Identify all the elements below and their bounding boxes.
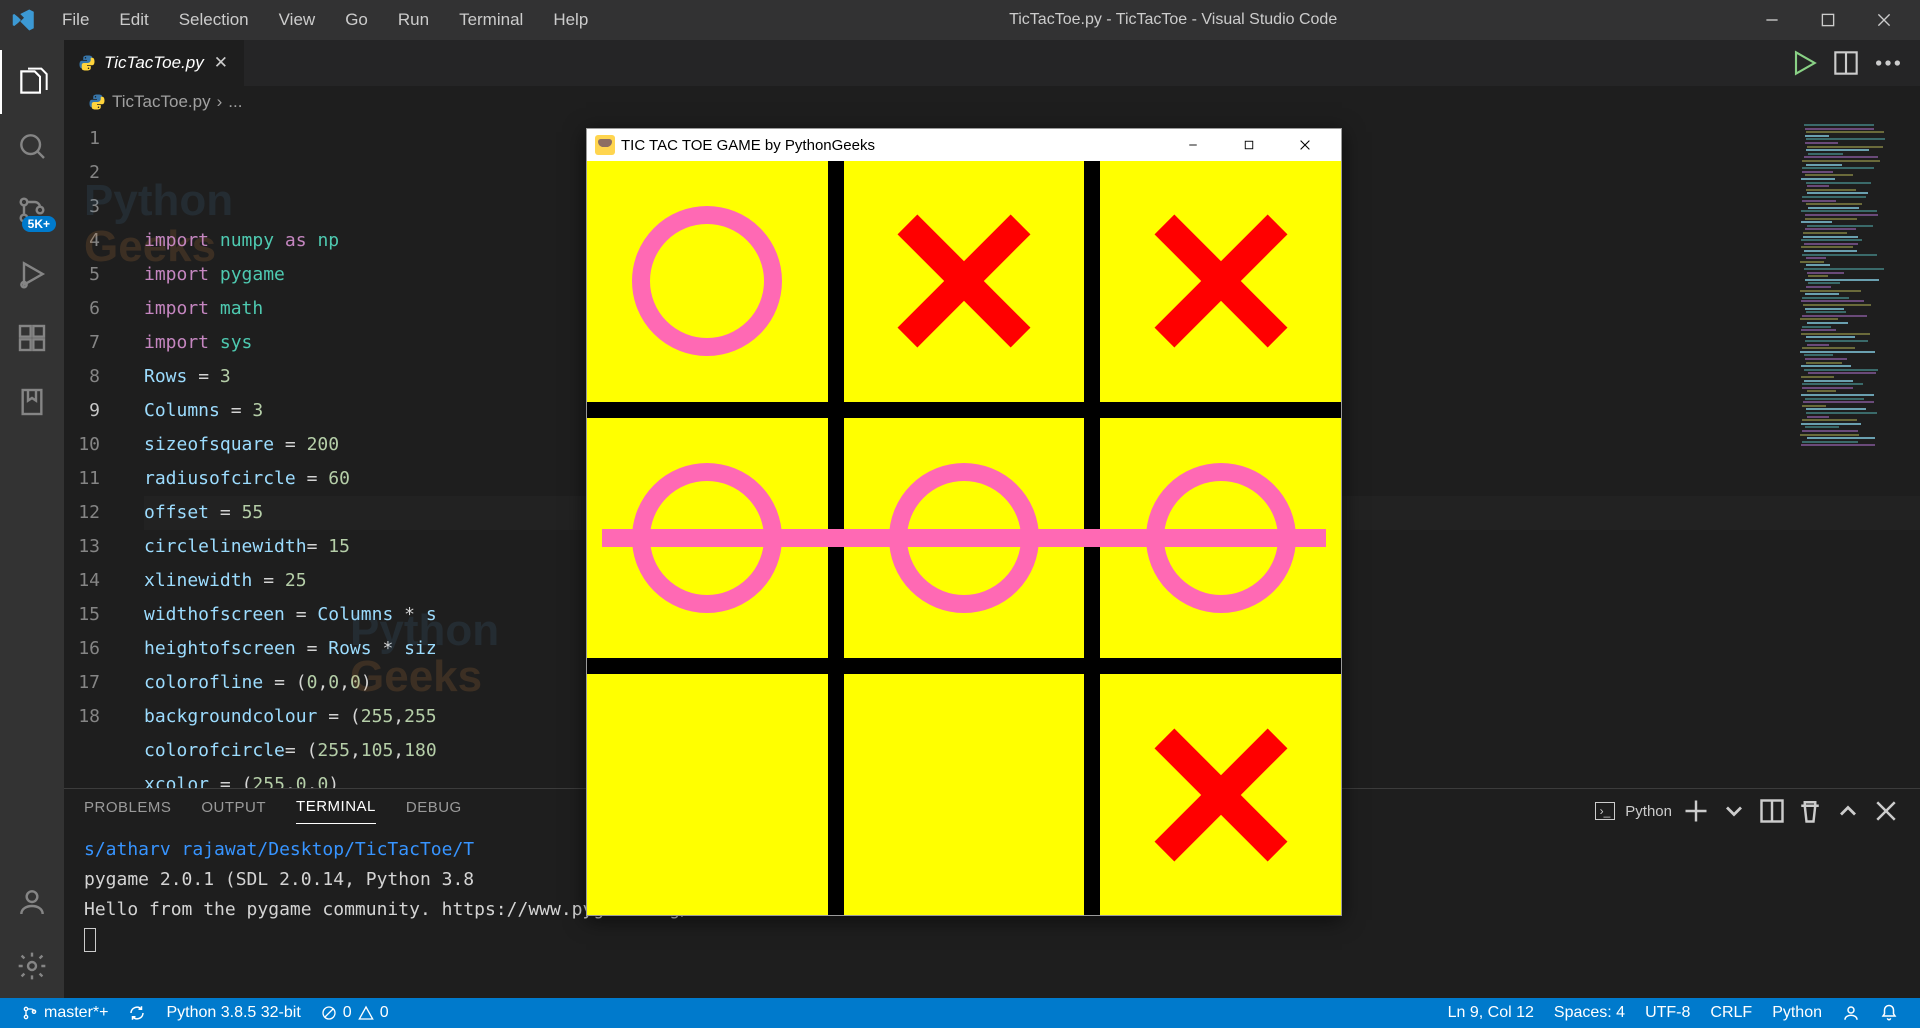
terminal-dropdown-icon[interactable] [1720,797,1748,825]
game-cell[interactable] [587,161,828,402]
chevron-right-icon: › [217,92,223,112]
menu-view[interactable]: View [265,6,330,34]
menu-edit[interactable]: Edit [105,6,162,34]
encoding[interactable]: UTF-8 [1635,998,1700,1028]
tab-tictactoe[interactable]: TicTacToe.py ✕ [64,40,245,86]
explorer-icon[interactable] [0,50,64,114]
editor-tabs: TicTacToe.py ✕ [64,40,1920,86]
eol[interactable]: CRLF [1700,998,1762,1028]
menu-terminal[interactable]: Terminal [445,6,537,34]
menu-file[interactable]: File [48,6,103,34]
game-board[interactable] [587,161,1341,915]
python-file-icon [88,93,106,111]
title-bar: FileEditSelectionViewGoRunTerminalHelp T… [0,0,1920,40]
game-minimize-button[interactable] [1165,129,1221,161]
run-debug-icon[interactable] [0,242,64,306]
activity-bar: 5K+ [0,40,64,998]
new-terminal-icon[interactable] [1682,797,1710,825]
game-window: TIC TAC TOE GAME by PythonGeeks [586,128,1342,916]
breadcrumb-file: TicTacToe.py [112,92,211,112]
source-control-icon[interactable]: 5K+ [0,178,64,242]
panel-tab-problems[interactable]: PROBLEMS [84,799,171,824]
close-button[interactable] [1856,0,1912,40]
game-cell[interactable] [844,674,1085,915]
sync-icon[interactable] [118,998,156,1028]
menu-selection[interactable]: Selection [165,6,263,34]
mark-circle [632,206,782,356]
status-bar: master*+ Python 3.8.5 32-bit 0 0 Ln 9, C… [0,998,1920,1028]
language-mode[interactable]: Python [1762,998,1832,1028]
game-maximize-button[interactable] [1221,129,1277,161]
maximize-button[interactable] [1800,0,1856,40]
close-panel-icon[interactable] [1872,797,1900,825]
git-branch[interactable]: master*+ [12,998,118,1028]
panel-tab-terminal[interactable]: TERMINAL [296,798,376,824]
maximize-panel-icon[interactable] [1834,797,1862,825]
feedback-icon[interactable] [1832,998,1870,1028]
game-cell[interactable] [587,674,828,915]
tab-label: TicTacToe.py [104,53,204,73]
extensions-icon[interactable] [0,306,64,370]
search-icon[interactable] [0,114,64,178]
split-terminal-icon[interactable] [1758,797,1786,825]
breadcrumb-symbol: ... [228,92,242,112]
python-interpreter[interactable]: Python 3.8.5 32-bit [156,998,310,1028]
panel-tab-debug[interactable]: DEBUG [406,799,462,824]
menu-help[interactable]: Help [539,6,602,34]
menu-bar: FileEditSelectionViewGoRunTerminalHelp [48,6,602,34]
kill-terminal-icon[interactable] [1796,797,1824,825]
game-cell[interactable] [844,161,1085,402]
window-title: TicTacToe.py - TicTacToe - Visual Studio… [602,11,1744,29]
indentation[interactable]: Spaces: 4 [1544,998,1635,1028]
python-file-icon [78,54,96,72]
panel-tab-output[interactable]: OUTPUT [201,799,266,824]
win-line [602,529,1326,547]
game-cell[interactable] [1100,161,1341,402]
vscode-logo-icon [8,4,40,36]
game-title: TIC TAC TOE GAME by PythonGeeks [621,137,875,154]
breadcrumb[interactable]: TicTacToe.py › ... [64,86,1920,118]
accounts-icon[interactable] [0,870,64,934]
game-cell[interactable] [1100,674,1341,915]
game-app-icon [595,135,615,155]
game-close-button[interactable] [1277,129,1333,161]
minimize-button[interactable] [1744,0,1800,40]
cursor-position[interactable]: Ln 9, Col 12 [1438,998,1544,1028]
notifications-icon[interactable] [1870,998,1908,1028]
problems-status[interactable]: 0 0 [311,998,399,1028]
source-control-badge: 5K+ [22,216,56,232]
game-title-bar[interactable]: TIC TAC TOE GAME by PythonGeeks [587,129,1341,161]
settings-gear-icon[interactable] [0,934,64,998]
run-file-button[interactable] [1788,47,1820,79]
bookmarks-icon[interactable] [0,370,64,434]
window-controls [1744,0,1912,40]
menu-run[interactable]: Run [384,6,443,34]
split-editor-icon[interactable] [1830,47,1862,79]
menu-go[interactable]: Go [331,6,382,34]
line-gutter: 123456789101112131415161718 [64,118,120,788]
more-actions-icon[interactable] [1872,47,1904,79]
minimap[interactable] [1800,124,1900,464]
terminal-shell-icon[interactable]: ›_ [1595,802,1616,820]
terminal-shell-label[interactable]: Python [1625,803,1672,820]
tab-close-icon[interactable]: ✕ [212,51,230,75]
